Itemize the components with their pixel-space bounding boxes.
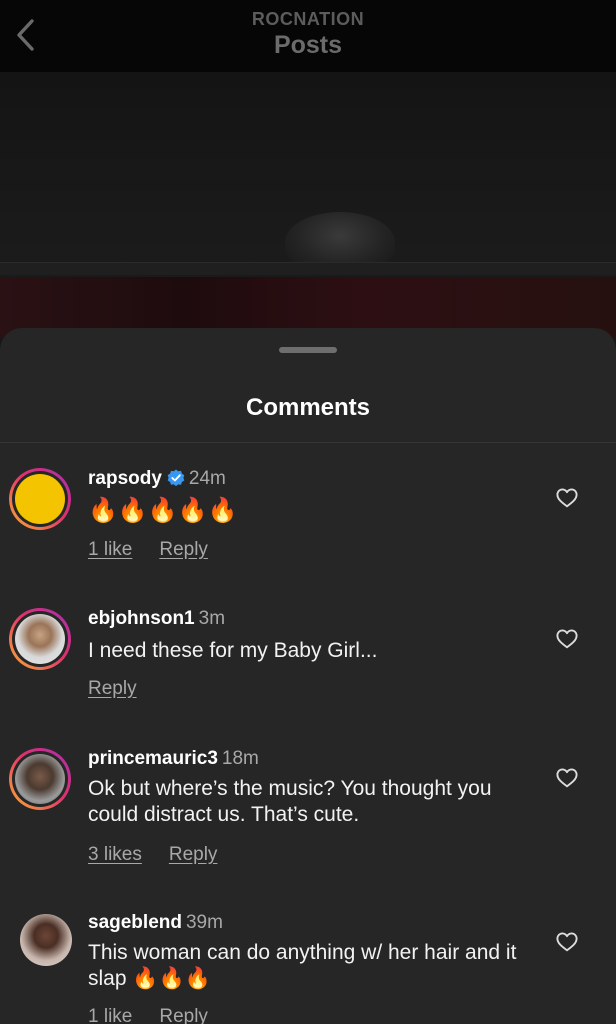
- comment-time: 3m: [198, 608, 226, 629]
- like-button[interactable]: [555, 628, 579, 650]
- comment-time: 24m: [188, 468, 226, 489]
- heart-icon: [556, 768, 578, 788]
- comments-sheet: Comments rapsody 24m 🔥🔥🔥🔥🔥 1 like Reply eb…: [0, 328, 616, 1024]
- comment-text: Ok but where’s the music? You thought yo…: [88, 777, 492, 826]
- reply-link[interactable]: Reply: [169, 844, 218, 865]
- comments-title: Comments: [245, 394, 371, 421]
- avatar[interactable]: [20, 914, 72, 966]
- comment-item: rapsody 24m 🔥🔥🔥🔥🔥 1 like Reply: [0, 468, 616, 568]
- comment-text: I need these for my Baby Girl...: [88, 639, 378, 662]
- likes-count-link[interactable]: 3 likes: [88, 844, 142, 865]
- top-navigation-bar: ROCNATION Posts: [0, 0, 616, 72]
- avatar-photo: [15, 754, 65, 804]
- avatar-photo: [15, 474, 65, 524]
- comment-username[interactable]: princemauric3: [88, 748, 218, 769]
- account-name: ROCNATION: [251, 9, 365, 29]
- comment-username[interactable]: ebjohnson1: [88, 608, 195, 629]
- comment-time: 39m: [185, 912, 223, 933]
- reply-link[interactable]: Reply: [88, 678, 137, 699]
- reply-link[interactable]: Reply: [159, 1006, 208, 1024]
- like-button[interactable]: [555, 487, 579, 509]
- sheet-drag-handle[interactable]: [279, 347, 337, 353]
- likes-count-link[interactable]: 1 like: [88, 539, 132, 560]
- avatar-photo: [15, 614, 65, 664]
- post-image-shelf: [0, 262, 616, 275]
- avatar[interactable]: [9, 748, 71, 810]
- comment-item: ebjohnson1 3m I need these for my Baby Gi…: [0, 608, 616, 699]
- post-image-background: [0, 72, 616, 372]
- like-button[interactable]: [555, 767, 579, 789]
- like-button[interactable]: [555, 931, 579, 953]
- comment-time: 18m: [221, 748, 259, 769]
- comment-username[interactable]: sageblend: [88, 912, 182, 933]
- comment-text: 🔥🔥🔥🔥🔥: [88, 497, 238, 524]
- comment-item: sageblend 39m This woman can do anything …: [0, 912, 616, 1024]
- heart-icon: [556, 488, 578, 508]
- avatar[interactable]: [9, 608, 71, 670]
- avatar[interactable]: [9, 468, 71, 530]
- verified-badge-icon: [167, 469, 185, 493]
- divider: [0, 442, 616, 443]
- heart-icon: [556, 932, 578, 952]
- comment-text: This woman can do anything w/ her hair a…: [88, 941, 517, 990]
- comment-item: princemauric3 18m Ok but where’s the musi…: [0, 748, 616, 868]
- heart-icon: [556, 629, 578, 649]
- reply-link[interactable]: Reply: [159, 539, 208, 560]
- page-title: Posts: [273, 31, 343, 59]
- comment-username[interactable]: rapsody: [88, 468, 162, 489]
- likes-count-link[interactable]: 1 like: [88, 1006, 132, 1024]
